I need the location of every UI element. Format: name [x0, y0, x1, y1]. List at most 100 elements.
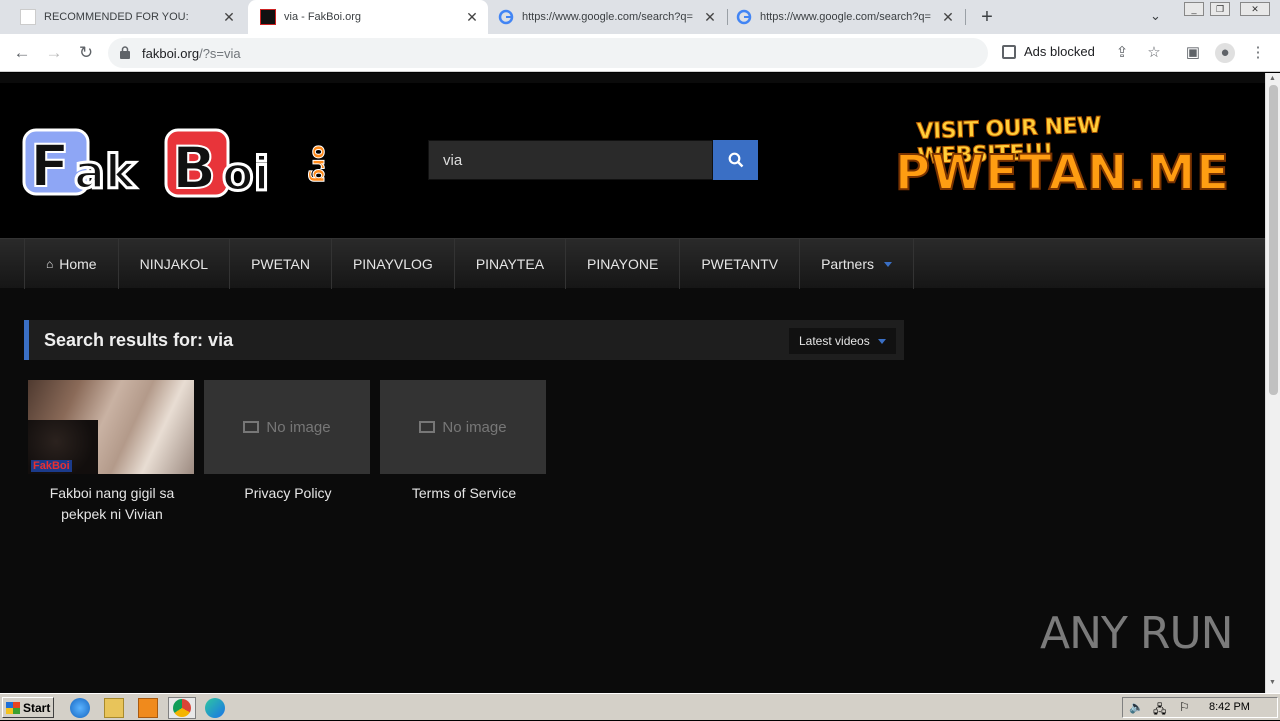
chrome-taskbar-button[interactable]: [168, 697, 196, 719]
file-explorer-icon[interactable]: [104, 698, 124, 718]
url-path: /?s=via: [199, 46, 241, 61]
volume-icon[interactable]: 🔈: [1129, 700, 1144, 714]
scroll-up-icon[interactable]: ▲: [1269, 75, 1276, 82]
back-arrow-icon[interactable]: ←: [10, 41, 34, 65]
address-bar[interactable]: fakboi.org/?s=via: [108, 38, 988, 68]
video-card[interactable]: FakBoi Fakboi nang gigil sa pekpek ni Vi…: [28, 380, 196, 525]
nav-label: PINAYTEA: [475, 256, 545, 272]
nav-label: PWETAN: [251, 256, 310, 272]
windows-taskbar: Start 🔈 🖧 ⚐ 8:42 PM: [0, 693, 1280, 720]
internet-explorer-icon[interactable]: [70, 698, 90, 718]
url-text[interactable]: fakboi.org/?s=via: [142, 46, 241, 61]
page-card[interactable]: No image Terms of Service: [380, 380, 548, 504]
start-label: Start: [23, 700, 51, 715]
card-caption[interactable]: Terms of Service: [380, 483, 548, 504]
ad-block-icon: [1002, 44, 1016, 59]
nav-label: Home: [59, 256, 97, 272]
tab-divider: [965, 9, 966, 25]
anyrun-watermark: ANY RUN: [1040, 608, 1234, 659]
google-icon: [736, 9, 752, 25]
page-card[interactable]: No image Privacy Policy: [204, 380, 372, 504]
svg-text:ak: ak: [74, 145, 137, 199]
close-tab-icon[interactable]: ✕: [938, 9, 958, 26]
nav-label: PINAYONE: [587, 256, 659, 272]
tab-search-chevron-icon[interactable]: ⌄: [1150, 8, 1161, 24]
video-thumbnail[interactable]: FakBoi: [28, 380, 194, 474]
nav-item-pwetan[interactable]: PWETAN: [230, 239, 332, 289]
no-image-label: No image: [266, 418, 331, 436]
card-caption[interactable]: Fakboi nang gigil sa pekpek ni Vivian: [28, 483, 196, 525]
windows-flag-icon: [6, 701, 20, 714]
tab-recommended[interactable]: RECOMMENDED FOR YOU: ✕: [0, 0, 245, 34]
promo-banner[interactable]: VISIT OUR NEW WEBSITE!!! PWETAN.ME: [894, 113, 1230, 208]
reload-icon[interactable]: ↻: [74, 41, 98, 65]
card-caption[interactable]: Privacy Policy: [204, 483, 372, 504]
scrollbar-thumb[interactable]: [1269, 85, 1278, 395]
nav-item-pinayvlog[interactable]: PINAYVLOG: [332, 239, 455, 289]
network-icon[interactable]: 🖧: [1153, 700, 1166, 721]
action-center-flag-icon[interactable]: ⚐: [1179, 700, 1190, 714]
lock-icon[interactable]: [120, 46, 130, 59]
minimize-button[interactable]: _: [1184, 2, 1204, 16]
ads-blocked-indicator[interactable]: Ads blocked: [1002, 44, 1095, 59]
image-icon: [419, 421, 436, 433]
media-player-icon[interactable]: [138, 698, 158, 718]
no-image-placeholder[interactable]: No image: [380, 380, 546, 474]
close-tab-icon[interactable]: ✕: [700, 9, 720, 26]
nav-item-partners[interactable]: Partners: [800, 239, 915, 289]
site-header: F ak B oi org VISIT OUR NEW WEBSITE!!! P…: [0, 83, 1265, 238]
image-icon: [243, 421, 260, 433]
fakboi-favicon-icon: [260, 9, 276, 25]
svg-text:F: F: [30, 132, 70, 200]
bookmark-star-icon[interactable]: ☆: [1144, 43, 1164, 63]
search-button[interactable]: [713, 140, 758, 180]
close-window-button[interactable]: ✕: [1240, 2, 1270, 16]
nav-label: Partners: [821, 256, 875, 272]
tab-strip: RECOMMENDED FOR YOU: ✕ via - FakBoi.org …: [0, 0, 1280, 34]
tab-google-1[interactable]: https://www.google.com/search?q= ✕: [490, 0, 726, 34]
watermark-text: ANY RUN: [1040, 608, 1234, 659]
home-icon: ⌂: [46, 257, 54, 271]
menu-kebab-icon[interactable]: ⋮: [1248, 43, 1268, 63]
site-logo[interactable]: F ak B oi org: [22, 128, 327, 203]
new-tab-button[interactable]: +: [976, 6, 998, 28]
no-image-label: No image: [442, 418, 507, 436]
tab-fakboi[interactable]: via - FakBoi.org ✕: [248, 0, 488, 34]
google-icon: [498, 9, 514, 25]
close-tab-icon[interactable]: ✕: [219, 9, 239, 26]
vertical-scrollbar[interactable]: ▲ ▼: [1265, 73, 1280, 693]
nav-item-pinayone[interactable]: PINAYONE: [566, 239, 681, 289]
nav-item-pinaytea[interactable]: PINAYTEA: [455, 239, 567, 289]
tab-title: https://www.google.com/search?q=: [760, 11, 931, 23]
nav-item-ninjakol[interactable]: NINJAKOL: [119, 239, 231, 289]
search-input[interactable]: [428, 140, 713, 180]
side-panel-icon[interactable]: ▣: [1183, 43, 1203, 63]
tab-title: via - FakBoi.org: [284, 11, 362, 23]
web-page: F ak B oi org VISIT OUR NEW WEBSITE!!! P…: [0, 73, 1265, 693]
profile-avatar-icon[interactable]: ●: [1215, 43, 1235, 63]
close-tab-icon[interactable]: ✕: [462, 9, 482, 26]
edge-icon[interactable]: [205, 698, 225, 718]
ads-blocked-label: Ads blocked: [1024, 44, 1095, 59]
sort-label: Latest videos: [799, 334, 870, 348]
results-title: Search results for: via: [44, 330, 234, 350]
svg-text:org: org: [308, 145, 327, 183]
no-image-placeholder[interactable]: No image: [204, 380, 370, 474]
blank-page-icon: [20, 9, 36, 25]
scroll-down-icon[interactable]: ▼: [1269, 679, 1276, 686]
clock[interactable]: 8:42 PM: [1209, 701, 1250, 713]
thumbnail-watermark: FakBoi: [31, 460, 72, 472]
forward-arrow-icon[interactable]: →: [42, 41, 66, 65]
nav-item-pwetantv[interactable]: PWETANTV: [680, 239, 801, 289]
tab-title: https://www.google.com/search?q=: [522, 11, 693, 23]
system-tray: 🔈 🖧 ⚐ 8:42 PM: [1122, 697, 1278, 718]
search-icon: [728, 152, 743, 168]
restore-button[interactable]: ❐: [1210, 2, 1230, 16]
tab-google-2[interactable]: https://www.google.com/search?q= ✕: [728, 0, 964, 34]
nav-item-home[interactable]: ⌂ Home: [24, 239, 119, 289]
nav-label: PINAYVLOG: [352, 256, 433, 272]
start-button[interactable]: Start: [2, 697, 54, 718]
sort-dropdown[interactable]: Latest videos: [789, 328, 896, 354]
browser-toolbar: ← → ↻ fakboi.org/?s=via Ads blocked ⇪ ☆ …: [0, 34, 1280, 72]
share-icon[interactable]: ⇪: [1112, 43, 1132, 63]
